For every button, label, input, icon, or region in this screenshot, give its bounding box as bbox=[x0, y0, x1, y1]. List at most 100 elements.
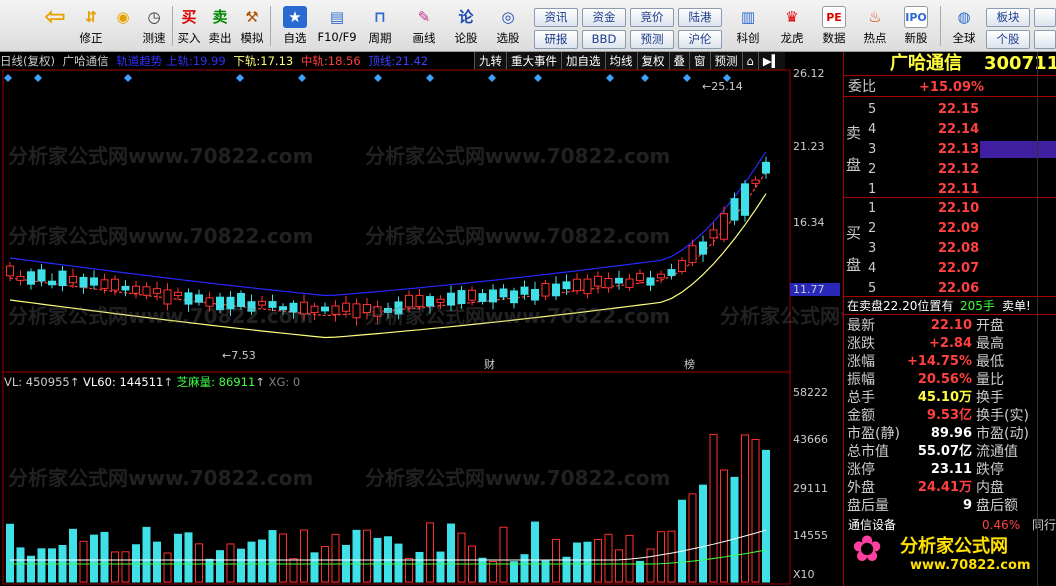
candle-body bbox=[447, 292, 455, 306]
volume-bar bbox=[688, 493, 697, 583]
sector-button[interactable]: 板块 bbox=[986, 8, 1030, 27]
candle-body bbox=[510, 290, 518, 304]
ask-row[interactable]: 4 22.14 bbox=[844, 120, 1056, 139]
data-button[interactable]: PE 数据 bbox=[816, 2, 852, 50]
ask-level: 3 bbox=[868, 142, 877, 157]
bid-row[interactable]: 1 22.10 bbox=[844, 199, 1056, 218]
brand-logo: ✿ 分析家公式网 www.70822.com bbox=[852, 529, 1031, 574]
globe-icon: ◍ bbox=[957, 8, 971, 26]
candle-body bbox=[16, 275, 25, 281]
event-diamond-icon bbox=[236, 74, 244, 82]
volume-bar bbox=[520, 554, 529, 583]
sell-button[interactable]: 卖 卖出 bbox=[205, 2, 235, 50]
bid-row[interactable]: 4 22.07 bbox=[844, 259, 1056, 278]
funds-button[interactable]: 资金 bbox=[582, 8, 626, 27]
upper-band-line bbox=[9, 151, 767, 297]
auction-button[interactable]: 竞价 bbox=[630, 8, 674, 27]
stat-label: 市盈(静) bbox=[847, 426, 900, 442]
volume-bar bbox=[352, 529, 361, 583]
stat-row: 市盈(静) 89.96 市盈(动) bbox=[844, 425, 1056, 443]
low-annotation: ←7.53 bbox=[222, 349, 256, 362]
more-button-2[interactable] bbox=[1034, 30, 1056, 49]
global-button[interactable]: ◍ 全球 bbox=[944, 2, 984, 50]
dragon-tiger-button[interactable]: ♛ 龙虎 bbox=[774, 2, 810, 50]
stock-button[interactable]: 个股 bbox=[986, 30, 1030, 49]
candle-body bbox=[478, 293, 487, 302]
kechuang-button[interactable]: ▥ 科创 bbox=[730, 2, 766, 50]
volume-bar bbox=[667, 530, 676, 583]
hotspot-button[interactable]: ♨ 热点 bbox=[857, 2, 893, 50]
volume-bar bbox=[174, 533, 182, 583]
speed-test-button[interactable]: ◷ 测速 bbox=[139, 2, 169, 50]
candle-body bbox=[646, 277, 655, 286]
bang-marker[interactable]: 榜 bbox=[684, 356, 695, 372]
volume-bar bbox=[6, 523, 14, 583]
stat-right-label: 量比 bbox=[976, 372, 1004, 388]
candle-body bbox=[90, 277, 98, 286]
select-stock-button[interactable]: ◎ 选股 bbox=[490, 2, 526, 50]
buy-button[interactable]: 买 买入 bbox=[174, 2, 204, 50]
volume-bar bbox=[426, 522, 434, 583]
price-tick: 16.34 bbox=[793, 216, 825, 229]
bid-price: 22.08 bbox=[938, 241, 980, 256]
up-down-arrow-icon: ⇵ bbox=[84, 8, 98, 26]
back-button[interactable]: ⇦ bbox=[40, 2, 70, 50]
kline-chart[interactable]: 日线(复权) 广哈通信 轨道趋势 上轨:19.99 下轨:17.13 中轨:18… bbox=[0, 52, 1025, 586]
research-button[interactable]: 研报 bbox=[534, 30, 578, 49]
forecast-button[interactable]: 预测 bbox=[630, 30, 674, 49]
stat-value: 9 bbox=[962, 498, 972, 513]
volume-bar bbox=[289, 558, 298, 583]
watchlist-button[interactable]: ★ 自选 bbox=[276, 2, 314, 50]
draw-line-button[interactable]: ✎ 画线 bbox=[406, 2, 442, 50]
volume-bar bbox=[142, 526, 151, 583]
candle-body bbox=[174, 291, 182, 297]
ask-row[interactable]: 2 22.12 bbox=[844, 160, 1056, 179]
stat-value: +2.84 bbox=[929, 336, 972, 351]
order-alert-row: 在卖盘22.20位置有 205手 卖单! bbox=[844, 296, 1056, 315]
stat-right-label: 最低 bbox=[976, 354, 1004, 370]
f10-button[interactable]: ▤ F10/F9 bbox=[316, 2, 358, 50]
simulate-button[interactable]: ⚒ 模拟 bbox=[237, 2, 267, 50]
ipo-button[interactable]: IPO 新股 bbox=[898, 2, 934, 50]
cai-marker[interactable]: 财 bbox=[484, 356, 495, 372]
bid-row[interactable]: 3 22.08 bbox=[844, 239, 1056, 258]
volume-bar bbox=[678, 499, 686, 583]
candle-body bbox=[573, 278, 581, 292]
period-button[interactable]: ⊓ 周期 bbox=[361, 2, 399, 50]
event-diamond-icon bbox=[298, 74, 306, 82]
hk-connect-button[interactable]: 陆港 bbox=[678, 8, 722, 27]
stock-name: 广哈通信 bbox=[890, 53, 962, 74]
candle-body bbox=[121, 285, 130, 291]
candle-body bbox=[415, 295, 424, 307]
restart-button[interactable]: ◉ bbox=[108, 2, 138, 50]
ask-row[interactable]: 5 22.15 bbox=[844, 100, 1056, 119]
more-button[interactable] bbox=[1034, 8, 1056, 27]
volume-bar bbox=[90, 534, 98, 583]
volume-bar bbox=[657, 531, 665, 583]
volume-bar bbox=[552, 538, 560, 583]
stat-row: 振幅 20.56% 量比 bbox=[844, 371, 1056, 389]
candle-body bbox=[394, 301, 403, 315]
candle-body bbox=[625, 278, 634, 288]
stat-right-label: 最高 bbox=[976, 336, 1004, 352]
candle-body bbox=[37, 269, 46, 282]
candle-body bbox=[615, 277, 623, 284]
forum-button[interactable]: 论 论股 bbox=[450, 2, 482, 50]
stat-row: 涨跌 +2.84 最高 bbox=[844, 335, 1056, 353]
volume-bar bbox=[216, 550, 224, 583]
stat-label: 涨跌 bbox=[847, 336, 875, 352]
ask-row[interactable]: 3 22.13 bbox=[844, 140, 1056, 159]
news-button[interactable]: 资讯 bbox=[534, 8, 578, 27]
f10-icon: ▤ bbox=[329, 8, 345, 26]
volume-bar bbox=[636, 560, 644, 583]
volume-bar bbox=[16, 547, 25, 583]
bbd-button[interactable]: BBD bbox=[582, 30, 626, 49]
volume-bar bbox=[69, 528, 77, 583]
fix-button[interactable]: ⇵ 修正 bbox=[76, 2, 106, 50]
select-stock-icon: ◎ bbox=[501, 8, 515, 26]
hammer-icon: ⚒ bbox=[245, 8, 259, 26]
sh-london-button[interactable]: 沪伦 bbox=[678, 30, 722, 49]
stat-label: 振幅 bbox=[847, 372, 875, 388]
stat-row: 总市值 55.07亿 流通值 bbox=[844, 443, 1056, 461]
bid-row[interactable]: 2 22.09 bbox=[844, 219, 1056, 238]
